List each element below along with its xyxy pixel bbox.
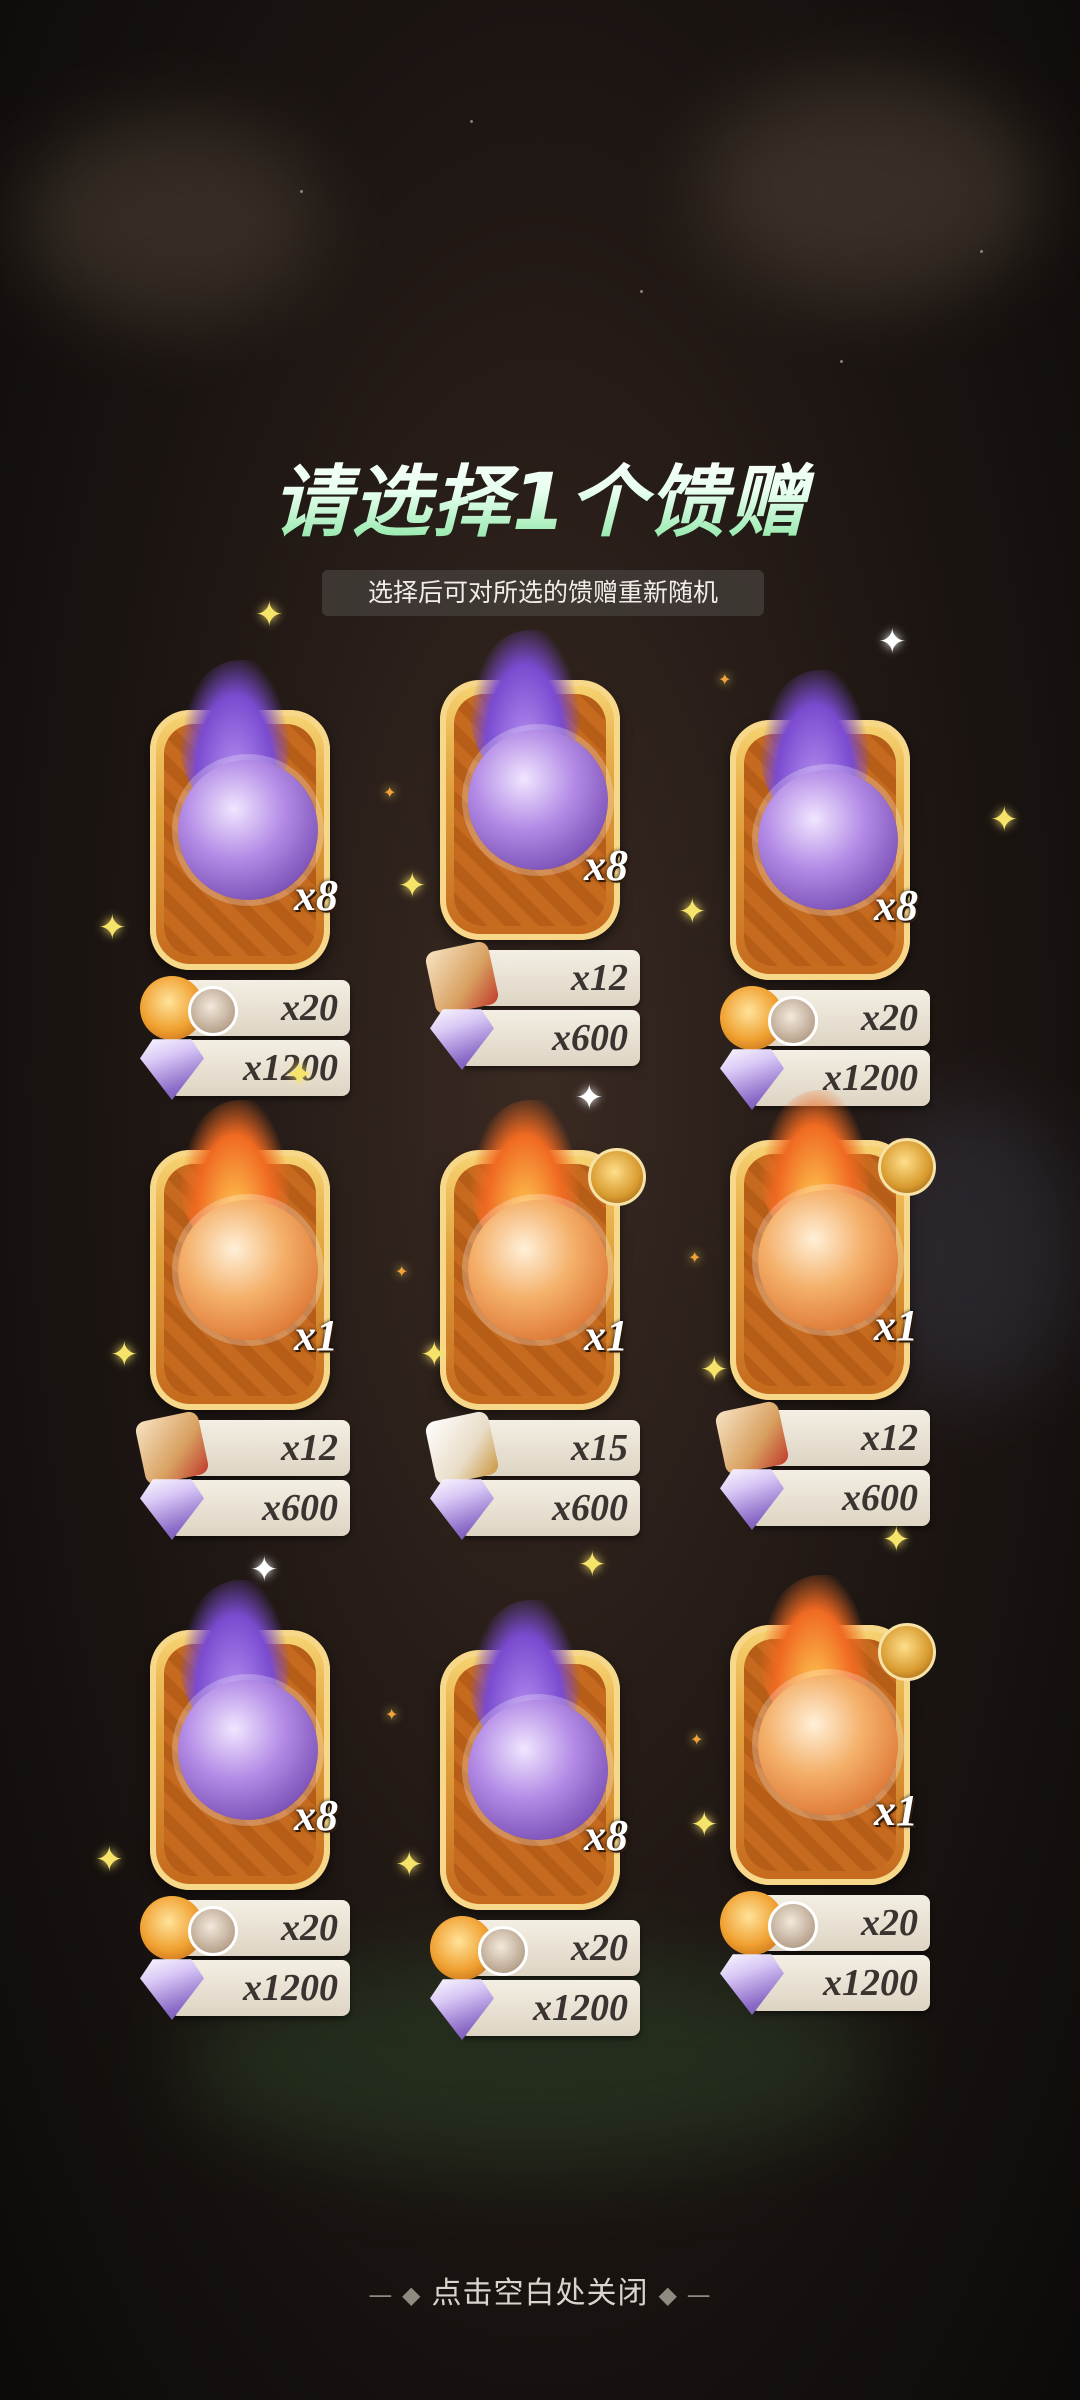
sparkle-icon: ✦ [98,908,127,948]
close-hint[interactable]: — ◆ 点击空白处关闭 ◆ — [0,2268,1080,2312]
sparkle-icon: ✦ [688,1248,702,1267]
gift-card-7[interactable]: x8 x20 x1200 [140,1560,350,2020]
character-multiplier: x1 [584,1311,628,1360]
sparkle-icon: ✦ [385,1705,399,1724]
character-multiplier: x1 [294,1311,338,1360]
special-badge-icon [588,1148,646,1206]
character-multiplier: x8 [584,1811,628,1860]
sparkle-icon: ✦ [690,1805,719,1845]
sparkle-icon: ✦ [420,1335,449,1375]
mini-avatar [768,996,818,1046]
white-envelope-icon [424,1410,500,1486]
sparkle-icon: ✦ [700,1350,729,1390]
sparkle-icon: ✦ [575,1078,604,1118]
gift-card-5[interactable]: x1 x15 x600 [424,1080,646,1540]
sparkle-icon: ✦ [383,783,397,802]
gift-card-9[interactable]: x1 x20 x1200 [720,1555,936,2015]
sparkle-icon: ✦ [690,1730,704,1749]
sparkle-icon: ✦ [398,866,427,906]
red-envelope-icon [714,1400,790,1476]
red-envelope-icon [424,940,500,1016]
character-multiplier: x8 [584,841,628,890]
gift-card-8[interactable]: x8 x20 x1200 [430,1580,640,2040]
character-multiplier: x8 [294,871,338,920]
mini-avatar [188,1906,238,1956]
dialog-title: 请选择1个馈赠 [0,440,1080,552]
character-multiplier: x8 [874,881,918,930]
close-hint-label: 点击空白处关闭 [431,2276,649,2311]
mini-avatar [188,986,238,1036]
gift-card-6[interactable]: x1 x12 x600 [714,1070,936,1530]
sparkle-icon: ✦ [718,670,732,689]
sparkle-icon: ✦ [95,1840,124,1880]
sparkle-icon: ✦ [990,800,1019,840]
gift-card-2[interactable]: x8 x12 x600 [424,610,640,1070]
sparkle-icon: ✦ [678,892,707,932]
character-multiplier: x1 [874,1786,918,1835]
sparkle-icon: ✦ [255,595,284,635]
mini-avatar [768,1901,818,1951]
divider-right-icon: ◆ — [658,2281,712,2309]
sparkle-icon: ✦ [878,622,907,662]
gift-card-4[interactable]: x1 x12 x600 [134,1080,350,1540]
red-envelope-icon [134,1410,210,1486]
divider-left-icon: — ◆ [368,2281,422,2309]
character-multiplier: x1 [874,1301,918,1350]
gift-card-1[interactable]: x8 x20 x1200 [140,640,350,1100]
mini-avatar [478,1926,528,1976]
sparkle-icon: ✦ [285,1055,314,1095]
sparkle-icon: ✦ [395,1262,409,1281]
sparkle-icon: ✦ [882,1520,911,1560]
character-multiplier: x8 [294,1791,338,1840]
sparkle-icon: ✦ [395,1845,424,1885]
sparkle-icon: ✦ [578,1545,607,1585]
gift-card-3[interactable]: x8 x20 x1200 [720,650,930,1110]
special-badge-icon [878,1138,936,1196]
sparkle-icon: ✦ [110,1335,139,1375]
special-badge-icon [878,1623,936,1681]
